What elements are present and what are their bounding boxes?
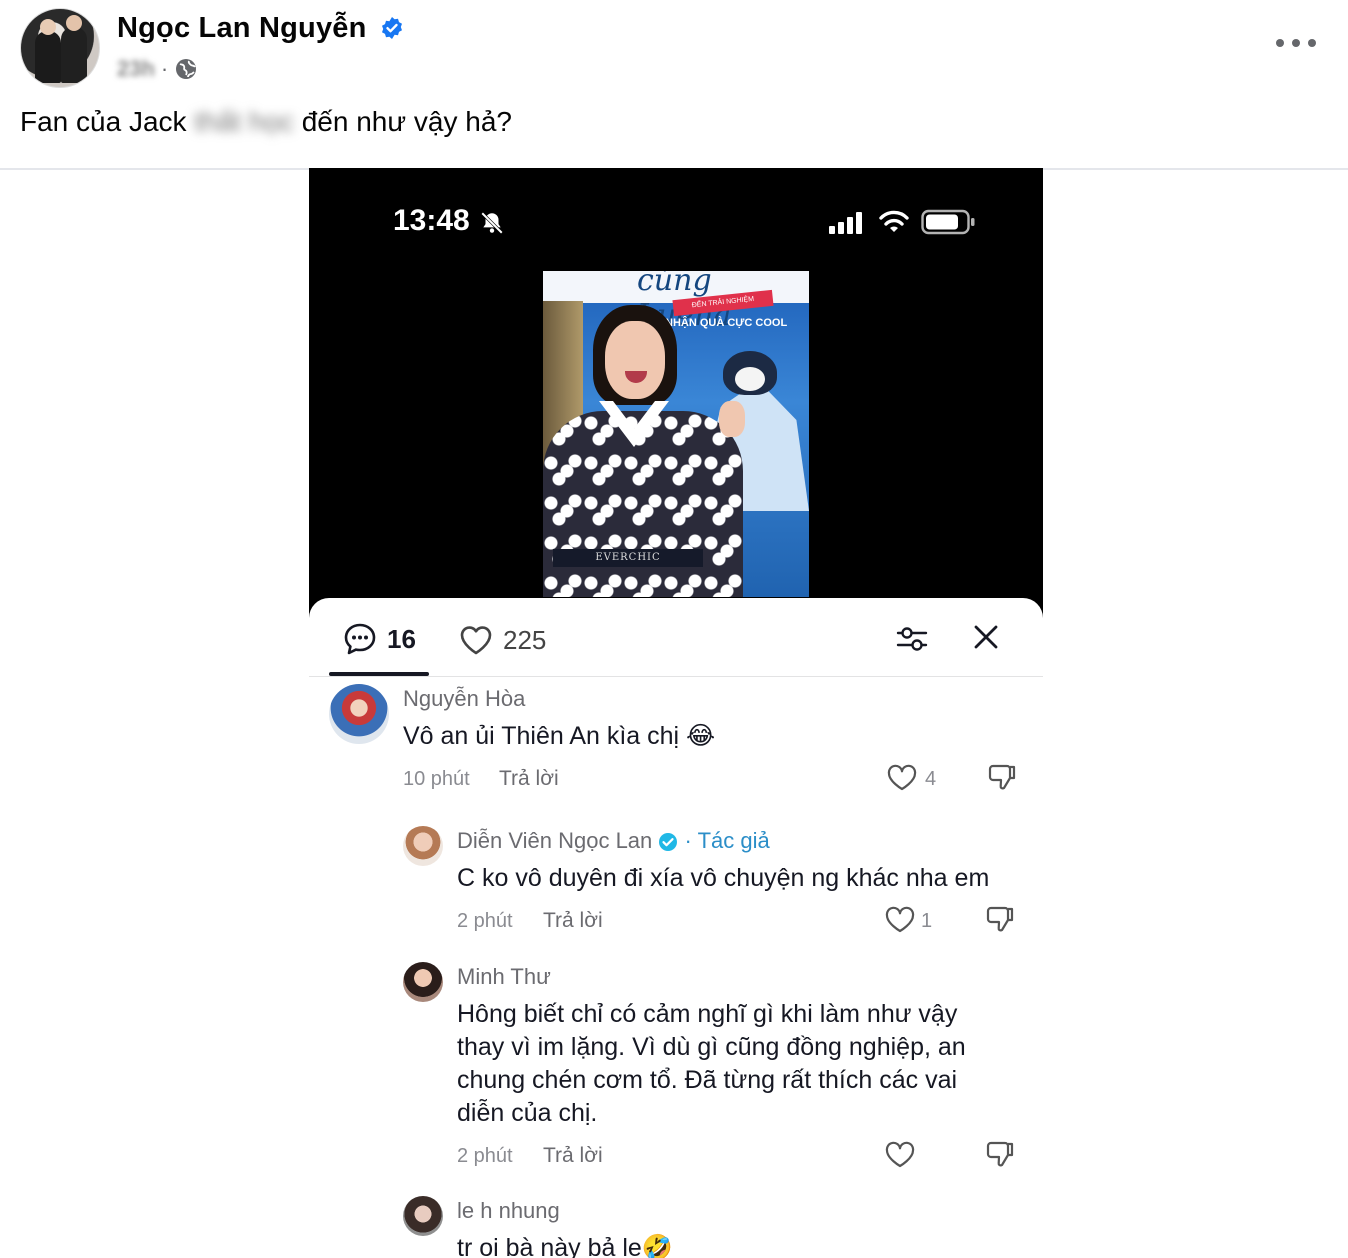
post-caption: Fan của Jack thất học đến như vậy hả? [20, 106, 512, 138]
more-options-icon[interactable] [1276, 28, 1316, 58]
author-name[interactable]: Ngọc Lan Nguyễn [117, 12, 367, 45]
verified-badge-icon [659, 833, 678, 852]
filter-icon[interactable] [895, 622, 929, 656]
meta-separator: · [160, 56, 169, 81]
dislike-icon[interactable] [985, 904, 1015, 934]
heart-icon[interactable] [885, 1141, 915, 1169]
heart-icon[interactable] [887, 764, 917, 792]
dislike-icon[interactable] [985, 1139, 1015, 1169]
post-meta: 23h · [117, 56, 198, 82]
caption-start: Fan của Jack [20, 106, 195, 137]
author-avatar[interactable] [20, 8, 100, 88]
likes-count: 225 [503, 624, 547, 655]
reply-button[interactable]: Trả lời [543, 1144, 603, 1168]
comment-like-count: 1 [921, 910, 933, 932]
comment-text-line: diễn của chị. [457, 1099, 598, 1127]
dislike-icon[interactable] [987, 762, 1017, 792]
video-thumbnail[interactable]: cùng Luena ĐẾN TRẢI NGHIỆM NHẬN QUÀ CỰC … [543, 271, 809, 597]
globe-icon[interactable] [174, 57, 198, 81]
comment-text: tr oi bà này bả le🤣 [457, 1234, 673, 1258]
comment-time: 10 phút [403, 768, 470, 790]
commenter-avatar[interactable] [329, 684, 389, 744]
battery-icon [921, 209, 975, 235]
reply-button[interactable]: Trả lời [499, 767, 559, 791]
comment-like-count: 4 [925, 768, 937, 790]
tab-comments[interactable]: 16 [329, 598, 429, 678]
close-icon[interactable] [973, 624, 999, 650]
commenter-name[interactable]: Diễn Viên Ngọc Lan · Tác giả [457, 828, 770, 854]
caption-blurred: thất học [194, 106, 294, 137]
author-tag: · Tác giả [684, 828, 770, 853]
bell-muted-icon [481, 212, 503, 234]
commenter-avatar[interactable] [403, 1196, 443, 1236]
comment-icon [344, 623, 376, 655]
comment-text-line: thay vì im lặng. Vì dù gì cũng đồng nghi… [457, 1033, 966, 1061]
post-header: Ngọc Lan Nguyễn 23h · Fan của Jack thất … [0, 0, 1348, 168]
comment-text-line: chung chén cơm tổ. Đã từng rất thích các… [457, 1066, 958, 1094]
commenter-avatar[interactable] [403, 962, 443, 1002]
heart-icon [460, 626, 492, 655]
verified-badge-icon [382, 17, 402, 39]
comments-count: 16 [387, 624, 416, 654]
wifi-icon [879, 210, 909, 232]
comments-sheet: 16 225 Nguyễn Hòa Vô an ủi Thiên An kìa … [309, 598, 1043, 1258]
tab-likes[interactable]: 225 [459, 620, 546, 660]
caption-end: đến như vậy hả? [293, 106, 512, 137]
video-promo: NHẬN QUÀ CỰC COOL [665, 317, 788, 329]
comment-time: 2 phút [457, 1145, 513, 1167]
comment-text: Hông biết chỉ có cảm nghĩ gì khi làm như… [457, 998, 1017, 1130]
commenter-name[interactable]: le h nhung [457, 1198, 560, 1224]
video-belt: EVERCHIC [553, 549, 703, 567]
post-time[interactable]: 23h [117, 56, 155, 82]
signal-icon [829, 212, 862, 234]
heart-icon[interactable] [885, 906, 915, 934]
comment-text: C ko vô duyên đi xía vô chuyện ng khác n… [457, 864, 990, 892]
sheet-divider [309, 676, 1043, 677]
commenter-name[interactable]: Minh Thư [457, 964, 551, 990]
comment-text: Vô an ủi Thiên An kìa chị 😂 [403, 722, 716, 750]
comment-time: 2 phút [457, 910, 513, 932]
reply-button[interactable]: Trả lời [543, 909, 603, 933]
comment-text-line: Hông biết chỉ có cảm nghĩ gì khi làm như… [457, 1000, 958, 1028]
status-time: 13:48 [393, 204, 470, 237]
commenter-name[interactable]: Nguyễn Hòa [403, 686, 525, 712]
commenter-avatar[interactable] [403, 826, 443, 866]
post-image[interactable]: 13:48 cùng Luena ĐẾN TRẢI NGHIỆM NHẬN QU… [309, 168, 1043, 1258]
commenter-name-text[interactable]: Diễn Viên Ngọc Lan [457, 828, 652, 853]
